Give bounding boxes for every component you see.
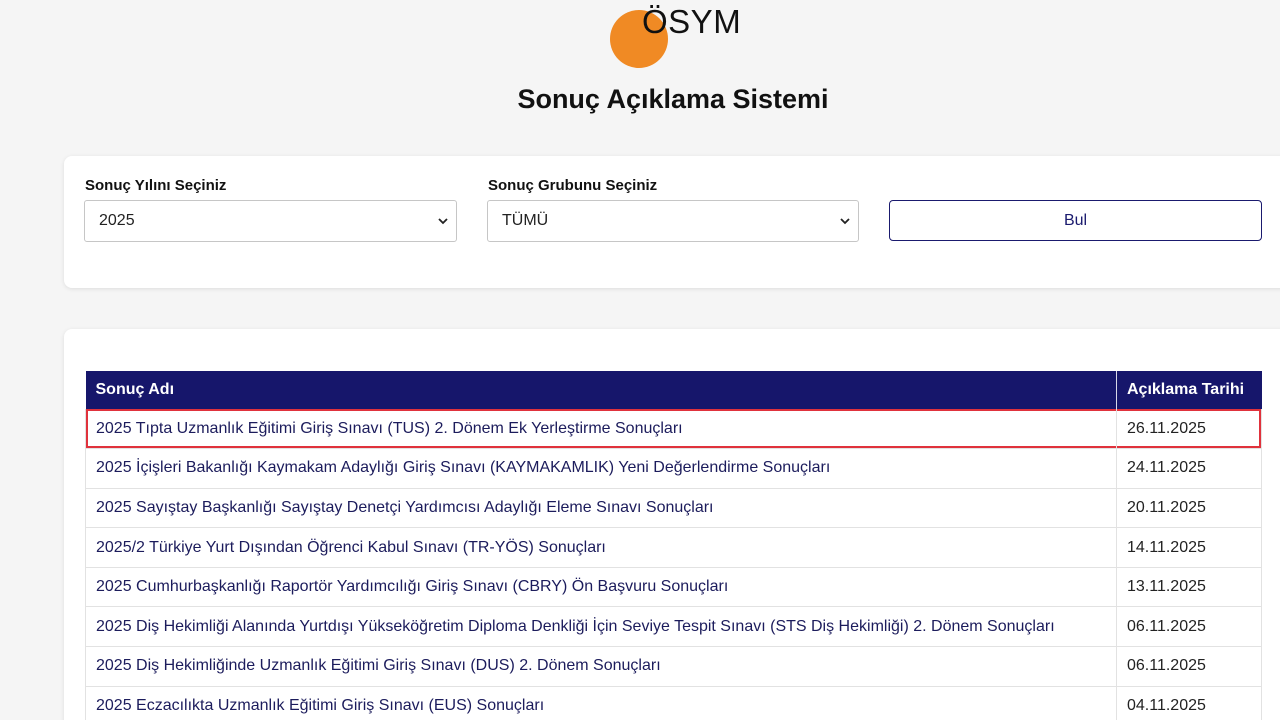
- table-row[interactable]: 2025 Tıpta Uzmanlık Eğitimi Giriş Sınavı…: [85, 409, 1262, 450]
- result-link[interactable]: 2025 Cumhurbaşkanlığı Raportör Yardımcıl…: [85, 567, 1117, 608]
- result-link[interactable]: 2025 Tıpta Uzmanlık Eğitimi Giriş Sınavı…: [85, 409, 1117, 450]
- table-row[interactable]: 2025 Diş Hekimliği Alanında Yurtdışı Yük…: [85, 606, 1262, 648]
- result-date: 20.11.2025: [1116, 488, 1262, 529]
- result-date: 13.11.2025: [1116, 567, 1262, 608]
- group-select-value: TÜMÜ: [502, 212, 549, 229]
- table-row[interactable]: 2025 Cumhurbaşkanlığı Raportör Yardımcıl…: [85, 567, 1262, 608]
- result-date: 14.11.2025: [1116, 527, 1262, 568]
- chevron-down-icon: [838, 201, 852, 241]
- result-date: 06.11.2025: [1116, 646, 1262, 687]
- logo-text: ÖSYM: [642, 3, 742, 40]
- result-link[interactable]: 2025/2 Türkiye Yurt Dışından Öğrenci Kab…: [85, 527, 1117, 568]
- result-link[interactable]: 2025 Diş Hekimliğinde Uzmanlık Eğitimi G…: [85, 646, 1117, 687]
- result-date: 24.11.2025: [1116, 448, 1262, 489]
- table-row[interactable]: 2025 Sayıştay Başkanlığı Sayıştay Denetç…: [85, 488, 1262, 529]
- osym-logo[interactable]: ÖSYM: [608, 0, 748, 70]
- result-date: 26.11.2025: [1116, 409, 1262, 450]
- table-header-row: Sonuç Adı Açıklama Tarihi: [85, 371, 1262, 409]
- filter-panel: Sonuç Yılını Seçiniz 2025 Sonuç Grubunu …: [64, 156, 1280, 288]
- year-select-label: Sonuç Yılını Seçiniz: [85, 177, 227, 194]
- result-link[interactable]: 2025 Eczacılıkta Uzmanlık Eğitimi Giriş …: [85, 686, 1117, 720]
- result-date: 04.11.2025: [1116, 686, 1262, 720]
- group-select[interactable]: TÜMÜ: [487, 200, 859, 242]
- results-panel: Sonuç Adı Açıklama Tarihi 2025 Tıpta Uzm…: [64, 329, 1280, 720]
- table-row[interactable]: 2025/2 Türkiye Yurt Dışından Öğrenci Kab…: [85, 527, 1262, 568]
- group-select-label: Sonuç Grubunu Seçiniz: [488, 177, 658, 194]
- page-title: Sonuç Açıklama Sistemi: [517, 84, 829, 114]
- year-select-value: 2025: [99, 212, 135, 229]
- table-row[interactable]: 2025 İçişleri Bakanlığı Kaymakam Adaylığ…: [85, 448, 1262, 489]
- find-button[interactable]: Bul: [889, 200, 1262, 241]
- table-row[interactable]: 2025 Eczacılıkta Uzmanlık Eğitimi Giriş …: [85, 686, 1262, 720]
- chevron-down-icon: [436, 201, 450, 241]
- column-header-date: Açıklama Tarihi: [1116, 371, 1262, 409]
- result-link[interactable]: 2025 Diş Hekimliği Alanında Yurtdışı Yük…: [85, 606, 1117, 648]
- table-row[interactable]: 2025 Diş Hekimliğinde Uzmanlık Eğitimi G…: [85, 646, 1262, 687]
- result-link[interactable]: 2025 Sayıştay Başkanlığı Sayıştay Denetç…: [85, 488, 1117, 529]
- column-header-result-name: Sonuç Adı: [85, 371, 1117, 409]
- result-date: 06.11.2025: [1116, 606, 1262, 648]
- results-table: Sonuç Adı Açıklama Tarihi 2025 Tıpta Uzm…: [85, 371, 1262, 720]
- page: ÖSYM Sonuç Açıklama Sistemi Sonuç Yılını…: [0, 0, 1280, 720]
- result-link[interactable]: 2025 İçişleri Bakanlığı Kaymakam Adaylığ…: [85, 448, 1117, 489]
- year-select[interactable]: 2025: [84, 200, 457, 242]
